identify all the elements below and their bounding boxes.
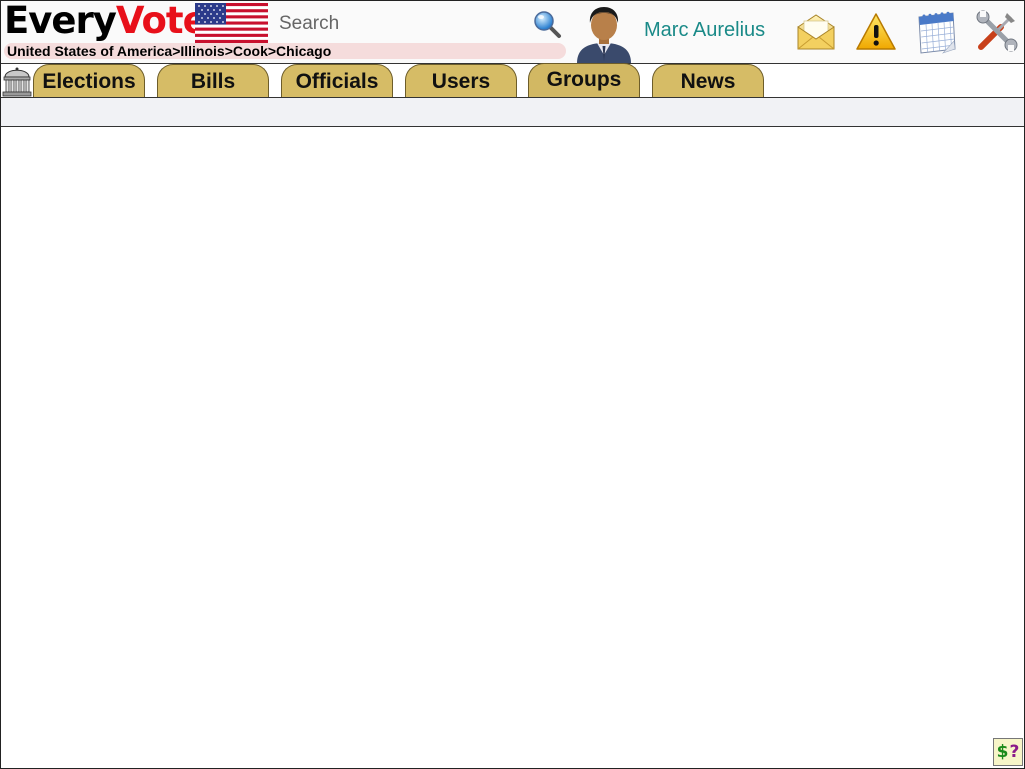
user-name-link[interactable]: Marc Aurelius xyxy=(644,19,765,42)
search-icon[interactable] xyxy=(532,9,562,39)
capitol-home-icon[interactable] xyxy=(1,65,33,97)
settings-tools-icon[interactable] xyxy=(973,9,1019,55)
logo[interactable]: EveryVote xyxy=(4,0,208,43)
search-input[interactable] xyxy=(279,13,519,35)
alert-icon[interactable] xyxy=(855,11,897,53)
tab-groups[interactable]: Groups xyxy=(528,63,640,97)
help-donate-button[interactable]: $? xyxy=(993,738,1023,766)
logo-vote: Vote xyxy=(115,0,208,42)
main-nav-tabs: Elections Bills Officials Users Groups N… xyxy=(0,63,1025,97)
tab-officials[interactable]: Officials xyxy=(281,64,393,97)
tab-elections[interactable]: Elections xyxy=(33,64,145,97)
location-breadcrumb[interactable]: United States of America>Illinois>Cook>C… xyxy=(4,43,566,59)
sub-toolbar xyxy=(1,97,1024,127)
dollar-icon: $ xyxy=(996,742,1009,762)
us-flag-icon xyxy=(195,3,268,43)
logo-every: Every xyxy=(4,0,117,42)
tab-users[interactable]: Users xyxy=(405,64,517,97)
user-avatar[interactable] xyxy=(573,3,635,63)
tab-bills[interactable]: Bills xyxy=(157,64,269,97)
mail-icon[interactable] xyxy=(795,11,837,53)
header: EveryVote Search United States of Americ… xyxy=(1,0,1024,64)
calendar-icon[interactable] xyxy=(913,9,959,55)
question-icon: ? xyxy=(1009,742,1020,762)
tab-news[interactable]: News xyxy=(652,64,764,97)
